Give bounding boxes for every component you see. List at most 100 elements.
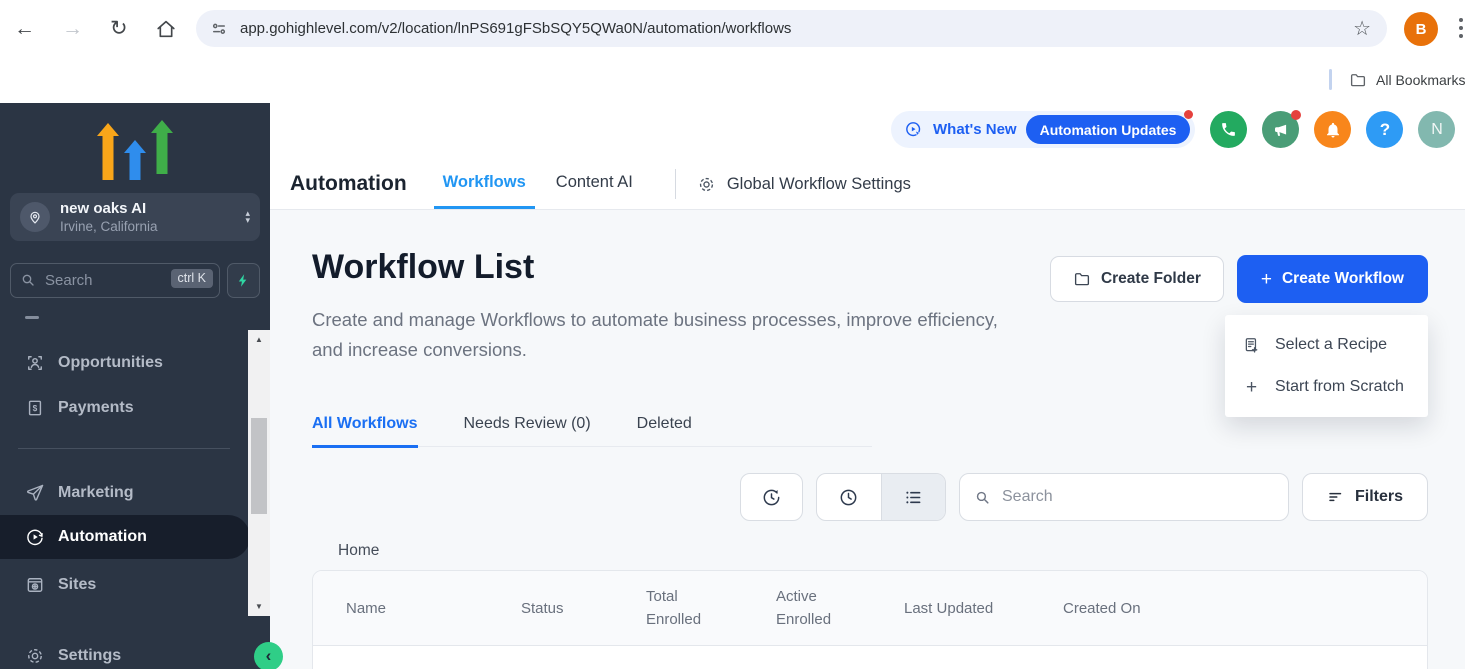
browser-profile-avatar[interactable]: B xyxy=(1404,12,1438,46)
column-header-created-on: Created On xyxy=(1063,600,1427,617)
marketing-icon xyxy=(25,483,45,503)
sidebar-item-label: Settings xyxy=(58,647,121,665)
filter-icon xyxy=(1327,488,1345,506)
scrolled-item-fragment xyxy=(25,316,39,319)
automation-icon xyxy=(25,527,45,547)
user-avatar[interactable]: N xyxy=(1418,111,1455,148)
account-name: new oaks AI xyxy=(60,200,158,218)
browser-toolbar: ← → ↻ app.gohighlevel.com/v2/location/ln… xyxy=(0,0,1465,57)
location-pin-icon xyxy=(20,202,50,232)
browser-home-icon[interactable] xyxy=(155,18,177,40)
question-mark-icon: ? xyxy=(1380,120,1390,140)
create-folder-label: Create Folder xyxy=(1101,270,1201,288)
bookmarks-folder-icon[interactable] xyxy=(1349,71,1367,89)
url-text[interactable]: app.gohighlevel.com/v2/location/lnPS691g… xyxy=(240,20,1353,37)
workflow-search-box xyxy=(959,473,1289,521)
whats-new-icon xyxy=(904,120,924,140)
browser-forward-icon[interactable]: → xyxy=(62,18,83,39)
plus-icon: + xyxy=(1242,378,1261,397)
history-clock-icon xyxy=(761,487,782,508)
notifications-button[interactable] xyxy=(1314,111,1351,148)
tab-workflows[interactable]: Workflows xyxy=(434,159,535,209)
sidebar-item-label: Payments xyxy=(58,399,134,417)
help-button[interactable]: ? xyxy=(1366,111,1403,148)
workflow-list-description: Create and manage Workflows to automate … xyxy=(312,305,1012,365)
phone-button[interactable] xyxy=(1210,111,1247,148)
announcements-button[interactable] xyxy=(1262,111,1299,148)
bell-icon xyxy=(1324,121,1342,139)
notification-dot xyxy=(1184,110,1193,119)
sidebar-item-label: Sites xyxy=(58,576,96,594)
app-window: ← → ↻ app.gohighlevel.com/v2/location/ln… xyxy=(0,0,1465,669)
sidebar-collapse-button[interactable]: ‹ xyxy=(254,642,283,669)
sidebar-item-settings[interactable]: Settings xyxy=(0,636,250,669)
menu-item-select-recipe[interactable]: Select a Recipe xyxy=(1225,324,1428,366)
page-body: Workflow List Create and manage Workflow… xyxy=(270,210,1465,669)
sidebar-item-opportunities[interactable]: Opportunities xyxy=(0,343,250,383)
avatar-initial: N xyxy=(1431,121,1443,139)
list-icon xyxy=(903,487,924,508)
sidebar-item-sites[interactable]: Sites xyxy=(0,565,250,605)
create-workflow-button[interactable]: + Create Workflow xyxy=(1237,255,1428,303)
recent-view-button[interactable] xyxy=(817,474,881,520)
sidebar-item-automation[interactable]: Automation xyxy=(0,515,250,559)
sidebar-divider xyxy=(18,448,230,449)
global-workflow-settings-label: Global Workflow Settings xyxy=(727,175,911,194)
account-location: Irvine, California xyxy=(60,218,158,235)
folder-icon xyxy=(1073,270,1091,288)
tab-content-ai[interactable]: Content AI xyxy=(547,159,642,209)
scrollbar-down-icon[interactable]: ▼ xyxy=(248,602,270,611)
table-body xyxy=(313,646,1427,669)
workflow-list-tabs: All Workflows Needs Review (0) Deleted xyxy=(312,415,872,447)
collapse-chevron-icon: ‹ xyxy=(266,647,272,664)
bookmark-star-icon[interactable]: ☆ xyxy=(1353,16,1371,41)
header-divider xyxy=(675,169,676,199)
opportunities-icon xyxy=(25,353,45,373)
search-icon xyxy=(20,272,36,293)
tab-deleted[interactable]: Deleted xyxy=(637,415,692,448)
column-header-last-updated: Last Updated xyxy=(904,600,1063,617)
breadcrumb-home[interactable]: Home xyxy=(338,542,379,560)
browser-reload-icon[interactable]: ↻ xyxy=(110,18,128,39)
search-icon xyxy=(974,489,991,506)
column-header-status: Status xyxy=(521,600,646,617)
filters-label: Filters xyxy=(1355,488,1403,506)
sidebar-item-marketing[interactable]: Marketing xyxy=(0,473,250,513)
scrollbar-up-icon[interactable]: ▲ xyxy=(248,335,270,344)
scrollbar-thumb[interactable] xyxy=(251,418,267,514)
sidebar-scrollbar[interactable]: ▲ ▼ xyxy=(248,330,270,616)
lightning-bolt-icon xyxy=(236,273,251,288)
address-bar[interactable]: app.gohighlevel.com/v2/location/lnPS691g… xyxy=(196,10,1387,47)
browser-back-icon[interactable]: ← xyxy=(14,18,35,39)
column-header-active-enrolled: Active Enrolled xyxy=(776,585,838,631)
quick-actions-button[interactable] xyxy=(227,263,260,298)
create-workflow-menu: Select a Recipe + Start from Scratch xyxy=(1225,315,1428,417)
sidebar-item-payments[interactable]: $ Payments xyxy=(0,388,250,428)
list-view-button[interactable] xyxy=(881,474,946,520)
megaphone-icon xyxy=(1272,121,1290,139)
filters-button[interactable]: Filters xyxy=(1302,473,1428,521)
workflow-list-title: Workflow List xyxy=(312,248,534,287)
clock-icon xyxy=(838,487,859,508)
whats-new-pill[interactable]: What's New Automation Updates xyxy=(891,111,1195,148)
gear-icon xyxy=(697,175,716,194)
automation-updates-badge[interactable]: Automation Updates xyxy=(1026,115,1191,144)
create-folder-button[interactable]: Create Folder xyxy=(1050,256,1224,302)
all-bookmarks-label[interactable]: All Bookmarks xyxy=(1376,72,1465,88)
enrollment-history-button[interactable] xyxy=(740,473,803,521)
tab-needs-review[interactable]: Needs Review (0) xyxy=(464,415,591,448)
account-switcher[interactable]: new oaks AI Irvine, California ▴ ▾ xyxy=(10,193,260,241)
view-toggle-group xyxy=(816,473,946,521)
menu-item-label: Start from Scratch xyxy=(1275,378,1404,396)
plus-icon: + xyxy=(1261,270,1272,289)
sidebar: new oaks AI Irvine, California ▴ ▾ ctrl … xyxy=(0,103,270,669)
column-header-total-enrolled: Total Enrolled xyxy=(646,585,708,631)
site-info-icon[interactable] xyxy=(210,20,228,38)
tab-all-workflows[interactable]: All Workflows xyxy=(312,415,418,448)
menu-item-start-from-scratch[interactable]: + Start from Scratch xyxy=(1225,366,1428,408)
settings-gear-icon xyxy=(25,646,45,666)
workflow-search-input[interactable] xyxy=(1000,487,1274,507)
main-area: What's New Automation Updates xyxy=(270,103,1465,669)
browser-menu-icon[interactable] xyxy=(1459,18,1463,38)
global-workflow-settings-link[interactable]: Global Workflow Settings xyxy=(697,175,911,194)
